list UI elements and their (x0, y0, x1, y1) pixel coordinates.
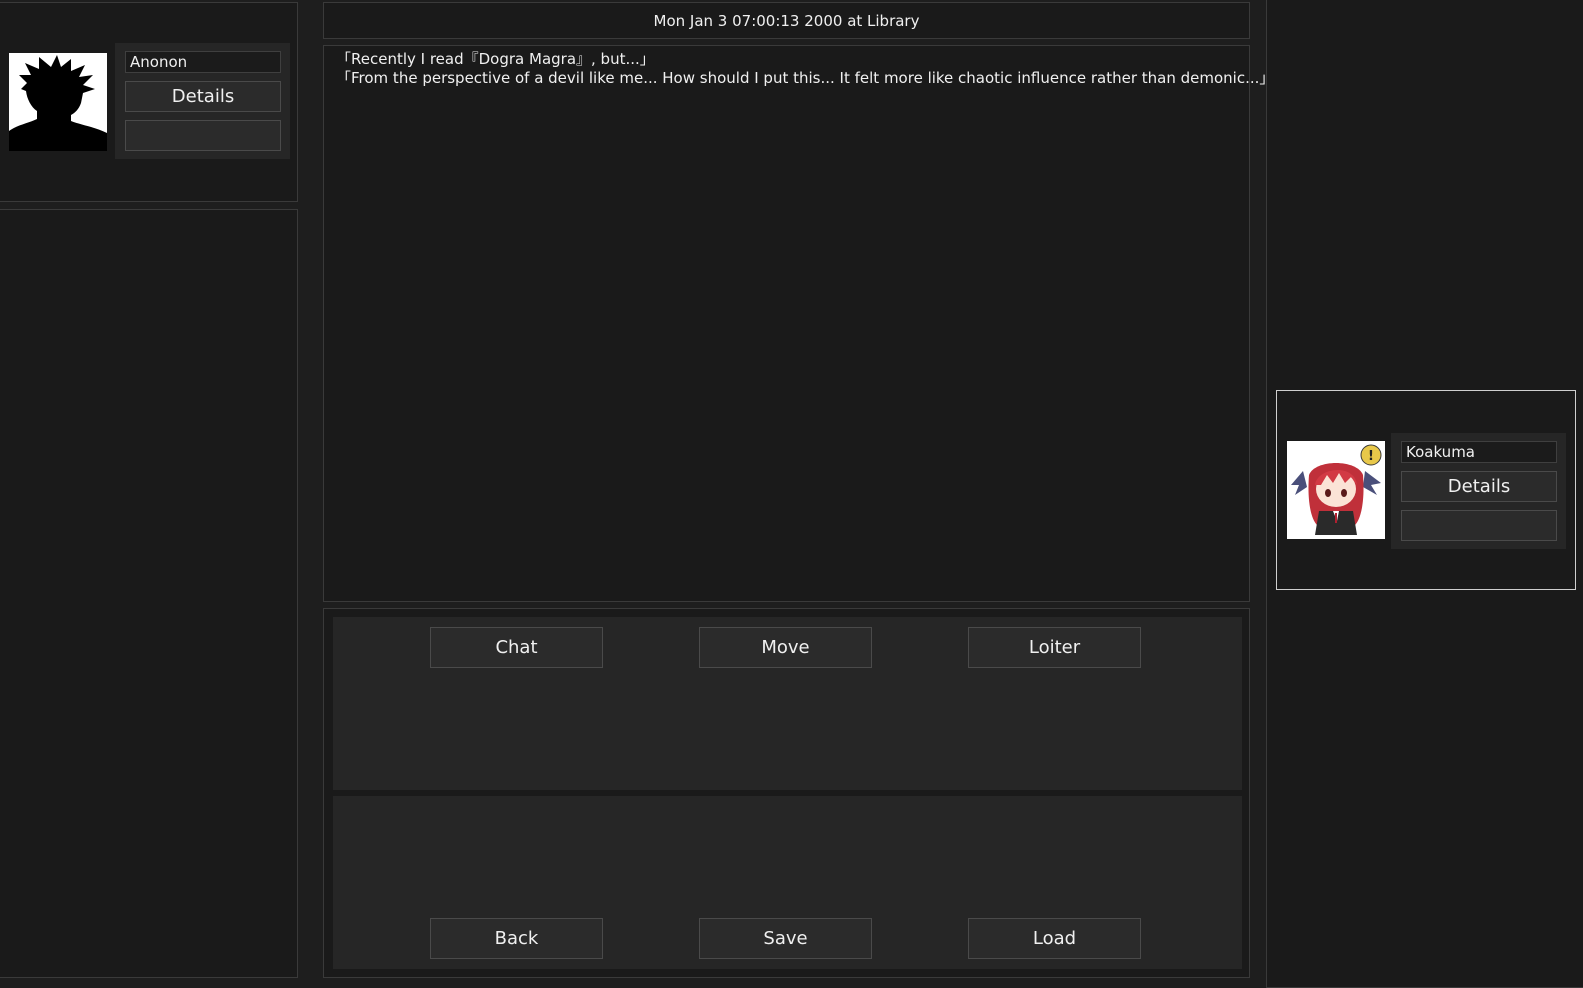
player-card: Anonon Details (115, 43, 290, 159)
player-name-field: Anonon (125, 51, 281, 73)
npc-name-field: Koakuma (1401, 441, 1557, 463)
koakuma-chibi-portrait-icon: ! (1287, 441, 1385, 539)
command-panel: Chat Move Loiter Back Save Load (323, 608, 1250, 978)
log-line: 「Recently I read『Dogra Magra』, but...」 (336, 50, 655, 68)
silhouette-portrait-icon (9, 53, 107, 151)
chat-button[interactable]: Chat (430, 627, 603, 668)
npc-details-button[interactable]: Details (1401, 471, 1557, 502)
datetime-location-text: Mon Jan 3 07:00:13 2000 at Library (653, 11, 920, 30)
save-button[interactable]: Save (699, 918, 872, 959)
player-details-button[interactable]: Details (125, 81, 281, 112)
npc-extra-button[interactable] (1401, 510, 1557, 541)
load-button[interactable]: Load (968, 918, 1141, 959)
datetime-location-header: Mon Jan 3 07:00:13 2000 at Library (323, 2, 1250, 39)
action-area: Chat Move Loiter (333, 617, 1242, 790)
loiter-button[interactable]: Loiter (968, 627, 1141, 668)
log-line: 「From the perspective of a devil like me… (336, 69, 1275, 87)
move-button[interactable]: Move (699, 627, 872, 668)
player-portrait (9, 53, 107, 151)
npc-card: Koakuma Details (1391, 433, 1566, 549)
player-info-panel (0, 209, 298, 978)
npc-portrait[interactable]: ! (1287, 441, 1385, 539)
player-extra-button[interactable] (125, 120, 281, 151)
system-area: Back Save Load (333, 796, 1242, 969)
back-button[interactable]: Back (430, 918, 603, 959)
notice-badge: ! (1368, 449, 1374, 464)
player-panel: Anonon Details (0, 2, 298, 202)
npc-panel: ! Koakuma Details (1276, 390, 1576, 590)
dialogue-log: 「Recently I read『Dogra Magra』, but...」 「… (323, 45, 1275, 602)
